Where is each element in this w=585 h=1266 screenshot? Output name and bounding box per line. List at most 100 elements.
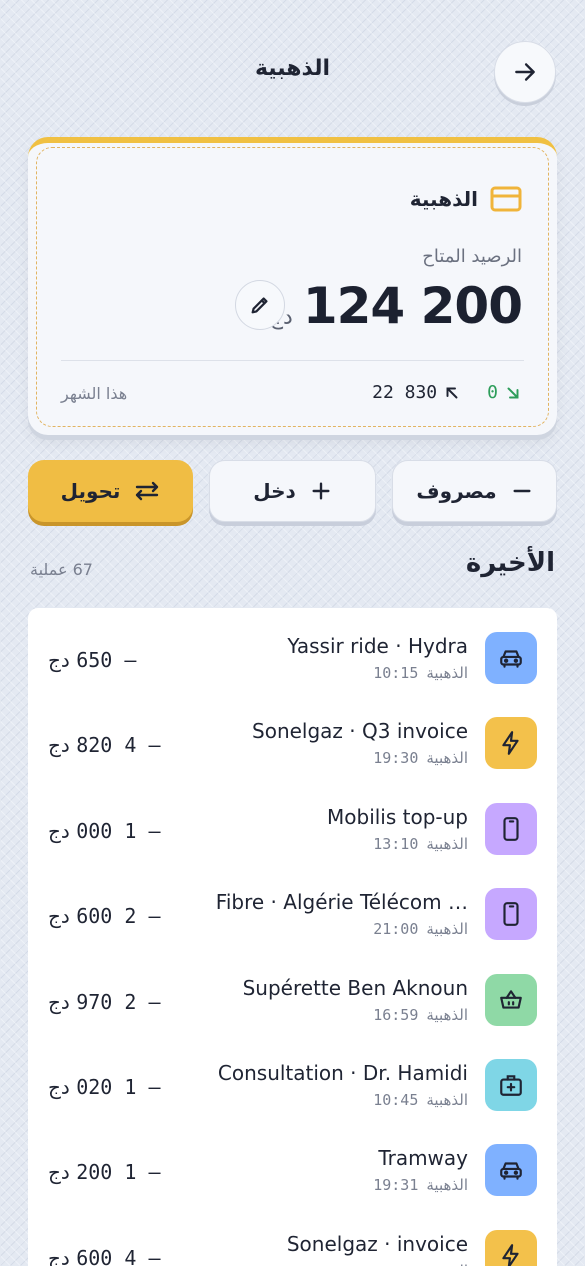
transaction-meta: الذهبية 19:31 <box>373 1176 468 1194</box>
transaction-row[interactable]: Sonelgaz · invoice الذهبية دج – 4 600 <box>28 1206 557 1266</box>
transaction-time: 10:15 <box>373 664 419 682</box>
transaction-time: 21:00 <box>373 920 419 939</box>
transaction-value: – 4 600 <box>76 1245 161 1266</box>
transaction-wallet: الذهبية <box>426 1091 468 1109</box>
transaction-value: – 1 020 <box>76 1075 161 1099</box>
transaction-title: Tramway <box>378 1146 468 1171</box>
transaction-wallet: الذهبية <box>426 1262 468 1266</box>
transaction-row[interactable]: Consultation · Dr. Hamidi الذهبية 10:45 دج … <box>28 1035 557 1120</box>
action-bar: مصروف دخل تحويل <box>28 460 557 524</box>
phone-icon <box>485 888 537 941</box>
wallet-name: الذهبية <box>409 187 478 211</box>
add-expense-label: مصروف <box>416 479 497 503</box>
transaction-amount: دج – 1 020 <box>48 1075 161 1099</box>
transaction-amount: دج – 1 000 <box>48 819 161 843</box>
transaction-wallet: الذهبية <box>426 749 468 768</box>
transaction-row[interactable]: Sonelgaz · Q3 invoice الذهبية 19:30 دج – 4 … <box>28 693 557 778</box>
transaction-title: Sonelgaz · invoice <box>286 1231 468 1256</box>
transaction-currency: دج <box>48 818 70 843</box>
transaction-row[interactable]: Yassir ride · Hydra الذهبية 10:15 دج – 650 <box>28 608 557 693</box>
transaction-list: Yassir ride · Hydra الذهبية 10:15 دج – 650 S… <box>28 608 557 1266</box>
transfer-label: تحويل <box>60 479 121 503</box>
arrow-right-icon <box>515 63 535 81</box>
transaction-currency: دج <box>48 733 70 758</box>
bolt-icon <box>485 1229 537 1266</box>
transaction-wallet: الذهبية <box>426 1005 468 1024</box>
month-income: 0 <box>487 382 498 403</box>
transaction-meta: الذهبية 10:15 <box>373 664 468 682</box>
transaction-title: Yassir ride · Hydra <box>287 634 468 658</box>
plus-icon <box>312 482 330 500</box>
transaction-currency: دج <box>48 989 70 1014</box>
transaction-time: 19:31 <box>373 1176 419 1195</box>
transaction-value: – 1 000 <box>76 818 161 843</box>
transaction-amount: دج – 4 600 <box>48 1246 161 1266</box>
add-income-button[interactable]: دخل <box>209 460 376 522</box>
transaction-amount: دج – 1 200 <box>48 1160 161 1184</box>
credit-card-icon <box>490 186 522 212</box>
edit-balance-button[interactable] <box>235 280 285 330</box>
transaction-title: Sonelgaz · Q3 invoice <box>252 719 468 744</box>
transaction-meta: الذهبية 21:00 <box>373 920 468 938</box>
month-stats: 0 22 830 <box>372 382 522 403</box>
car-icon <box>485 1144 537 1197</box>
transaction-value: – 2 600 <box>76 904 161 929</box>
arrow-down-right-icon <box>507 387 519 398</box>
transaction-row[interactable]: Tramway الذهبية 19:31 دج – 1 200 <box>28 1120 557 1205</box>
car-icon <box>485 632 537 684</box>
balance-card-border: الذهبية الرصيد المتاح 124 200 دج هذا الش… <box>36 147 549 427</box>
transaction-title: Consultation · Dr. Hamidi <box>217 1061 468 1085</box>
transaction-row[interactable]: Supérette Ben Aknoun الذهبية 16:59 دج – 2 9… <box>28 950 557 1035</box>
balance-label: الرصيد المتاح <box>422 246 522 267</box>
month-expense: 22 830 <box>372 382 438 403</box>
transaction-currency: دج <box>48 904 70 929</box>
transaction-meta: الذهبية 10:45 <box>373 1091 468 1109</box>
transaction-row[interactable]: Fibre · Algérie Télécom … الذهبية 21:00 دج … <box>28 864 557 949</box>
balance-amount: 124 200 <box>302 277 523 335</box>
transfer-button[interactable]: تحويل <box>28 460 193 522</box>
add-expense-button[interactable]: مصروف <box>392 460 557 522</box>
transaction-amount: دج – 2 600 <box>48 904 161 928</box>
basket-icon <box>485 973 537 1026</box>
transaction-title: Mobilis top-up <box>327 804 468 829</box>
wallet-header: الذهبية <box>410 186 522 212</box>
transaction-meta: الذهبية 16:59 <box>373 1006 468 1024</box>
transaction-value: – 2 970 <box>76 989 161 1014</box>
add-income-label: دخل <box>253 479 296 503</box>
transaction-time: 10:45 <box>373 1091 419 1109</box>
transaction-wallet: الذهبية <box>426 664 468 682</box>
bolt-icon <box>485 717 537 770</box>
back-button[interactable] <box>494 41 556 103</box>
transaction-meta: الذهبية 13:10 <box>373 835 468 853</box>
transaction-amount: دج – 4 820 <box>48 733 161 757</box>
recent-title: الأخيرة <box>465 548 555 578</box>
transaction-wallet: الذهبية <box>426 834 468 853</box>
transfer-arrows-icon <box>136 481 159 501</box>
transaction-meta: الذهبية 19:30 <box>373 749 468 767</box>
card-divider <box>61 360 524 361</box>
transaction-time: 16:59 <box>373 1005 419 1024</box>
minus-icon <box>513 489 531 493</box>
transaction-value: – 650 <box>76 648 137 672</box>
phone-icon <box>485 802 537 855</box>
transaction-amount: دج – 650 <box>48 648 136 672</box>
month-label: هذا الشهر <box>61 384 128 403</box>
medkit-icon <box>485 1059 537 1111</box>
pencil-icon <box>251 297 268 314</box>
balance-row: 124 200 دج <box>269 276 523 336</box>
transaction-time: 13:10 <box>373 834 419 853</box>
transaction-count: 67 عملية <box>30 560 93 579</box>
app-header: الذهبية <box>0 0 585 140</box>
transaction-value: – 4 820 <box>76 733 161 758</box>
transaction-title: Fibre · Algérie Télécom … <box>215 890 468 915</box>
transaction-currency: دج <box>48 1075 70 1099</box>
transaction-currency: دج <box>48 648 70 672</box>
arrow-up-left-icon <box>446 387 458 398</box>
transaction-row[interactable]: Mobilis top-up الذهبية 13:10 دج – 1 000 <box>28 779 557 864</box>
transaction-wallet: الذهبية <box>426 920 468 939</box>
transaction-meta: الذهبية <box>418 1262 468 1266</box>
balance-card: الذهبية الرصيد المتاح 124 200 دج هذا الش… <box>28 137 557 435</box>
transaction-currency: دج <box>48 1245 70 1266</box>
transaction-amount: دج – 2 970 <box>48 990 161 1014</box>
transaction-value: – 1 200 <box>76 1160 161 1185</box>
